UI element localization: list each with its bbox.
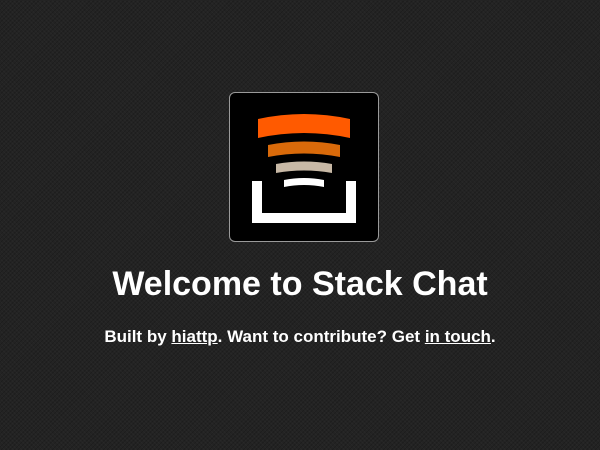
tagline-suffix: . [490, 327, 496, 346]
stack-chat-logo [229, 92, 379, 242]
logo-bar-3 [276, 161, 332, 173]
welcome-title: Welcome to Stack Chat [112, 265, 488, 303]
logo-bar-4 [284, 178, 324, 187]
tagline: Built by hiattp. Want to contribute? Get… [0, 326, 600, 348]
logo-tray [252, 181, 356, 223]
tagline-middle: . Want to contribute? Get [217, 327, 425, 346]
contact-link[interactable]: in touch [425, 327, 491, 346]
author-link[interactable]: hiattp [171, 327, 217, 346]
tagline-prefix: Built by [104, 327, 172, 346]
stack-chat-logo-icon [252, 114, 356, 223]
logo-bar-2 [268, 141, 340, 157]
logo-bar-1 [258, 114, 350, 138]
